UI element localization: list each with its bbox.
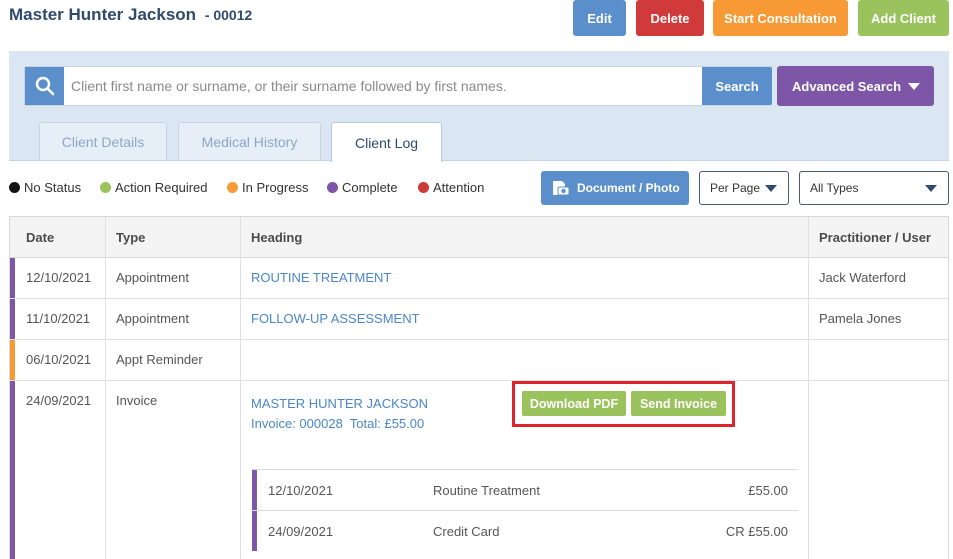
legend-attention: Attention — [418, 178, 484, 196]
row-heading-link[interactable]: ROUTINE TREATMENT — [251, 270, 391, 285]
caret-down-icon — [908, 83, 920, 90]
row-type: Appointment — [116, 270, 189, 285]
types-value: All Types — [810, 181, 859, 195]
legend-no-status: No Status — [9, 178, 81, 196]
edit-button[interactable]: Edit — [573, 0, 626, 36]
status-bar — [252, 511, 257, 551]
invoice-summary-link[interactable]: Invoice: 000028 Total: £55.00 — [251, 416, 424, 431]
header-type: Type — [116, 230, 146, 245]
legend-label: Action Required — [115, 179, 208, 195]
tab-client-details[interactable]: Client Details — [39, 122, 167, 161]
row-date: 12/10/2021 — [26, 270, 92, 285]
legend-label: In Progress — [242, 179, 309, 195]
document-photo-label: Document / Photo — [577, 181, 680, 195]
legend-action-required: Action Required — [100, 178, 208, 196]
column-divider — [240, 216, 241, 559]
advanced-search-button[interactable]: Advanced Search — [777, 66, 934, 106]
header-date: Date — [26, 230, 55, 245]
row-heading-link[interactable]: FOLLOW-UP ASSESSMENT — [251, 311, 420, 326]
delete-button[interactable]: Delete — [636, 0, 704, 36]
invoice-client-link[interactable]: MASTER HUNTER JACKSON — [251, 396, 428, 411]
tab-divider — [9, 160, 949, 161]
line-description: Routine Treatment — [433, 483, 540, 498]
status-dot-icon — [227, 181, 238, 193]
caret-down-icon — [925, 185, 937, 192]
advanced-search-label: Advanced Search — [792, 78, 902, 94]
per-page-value: Per Page — [710, 181, 761, 195]
status-dot-icon — [100, 181, 111, 193]
line-description: Credit Card — [433, 524, 500, 539]
highlight-box — [512, 381, 735, 427]
invoice-line: 24/09/2021 Credit Card CR £55.00 — [252, 510, 798, 551]
row-practitioner: Pamela Jones — [819, 311, 902, 326]
status-bar — [10, 299, 15, 339]
client-log-table: Date Type Heading Practitioner / User 12… — [9, 216, 949, 559]
row-type: Appointment — [116, 311, 189, 326]
caret-down-icon — [765, 185, 777, 192]
tab-client-log[interactable]: Client Log — [331, 122, 442, 162]
column-divider — [808, 216, 809, 559]
row-type: Appt Reminder — [116, 352, 203, 367]
add-client-button[interactable]: Add Client — [858, 0, 949, 36]
start-consultation-button[interactable]: Start Consultation — [713, 0, 848, 36]
row-practitioner: Jack Waterford — [819, 270, 906, 285]
search-button[interactable]: Search — [702, 67, 772, 105]
column-divider — [105, 216, 106, 559]
line-date: 12/10/2021 — [268, 483, 334, 498]
header-practitioner: Practitioner / User — [819, 230, 931, 245]
per-page-select[interactable]: Per Page — [699, 171, 789, 205]
status-dot-icon — [327, 181, 338, 193]
client-title: Master Hunter Jackson - 00012 — [9, 5, 252, 25]
row-type: Invoice — [116, 393, 158, 408]
row-date: 11/10/2021 — [26, 311, 91, 326]
search-input[interactable] — [64, 67, 702, 105]
row-date: 06/10/2021 — [26, 352, 92, 367]
legend-label: No Status — [24, 179, 82, 195]
client-name: Master Hunter Jackson — [9, 5, 197, 24]
legend-in-progress: In Progress — [227, 178, 308, 196]
tab-medical-history[interactable]: Medical History — [178, 122, 321, 161]
row-date: 24/09/2021 — [26, 393, 92, 408]
line-amount: £55.00 — [748, 483, 788, 498]
line-date: 24/09/2021 — [268, 524, 334, 539]
status-bar — [10, 340, 15, 380]
status-bar — [10, 381, 15, 559]
legend-label: Complete — [342, 179, 398, 195]
status-dot-icon — [9, 181, 20, 193]
document-photo-button[interactable]: Document / Photo — [541, 171, 689, 205]
legend-label: Attention — [433, 179, 485, 195]
header-heading: Heading — [251, 230, 303, 245]
status-bar — [10, 258, 15, 298]
types-select[interactable]: All Types — [799, 171, 949, 205]
client-id: - 00012 — [204, 7, 253, 23]
status-dot-icon — [418, 181, 429, 193]
line-amount: CR £55.00 — [725, 524, 788, 539]
status-bar — [252, 470, 257, 510]
camera-document-icon — [553, 181, 570, 196]
search-icon[interactable] — [25, 67, 64, 105]
invoice-line: 12/10/2021 Routine Treatment £55.00 — [252, 469, 798, 510]
legend-complete: Complete — [327, 178, 398, 196]
